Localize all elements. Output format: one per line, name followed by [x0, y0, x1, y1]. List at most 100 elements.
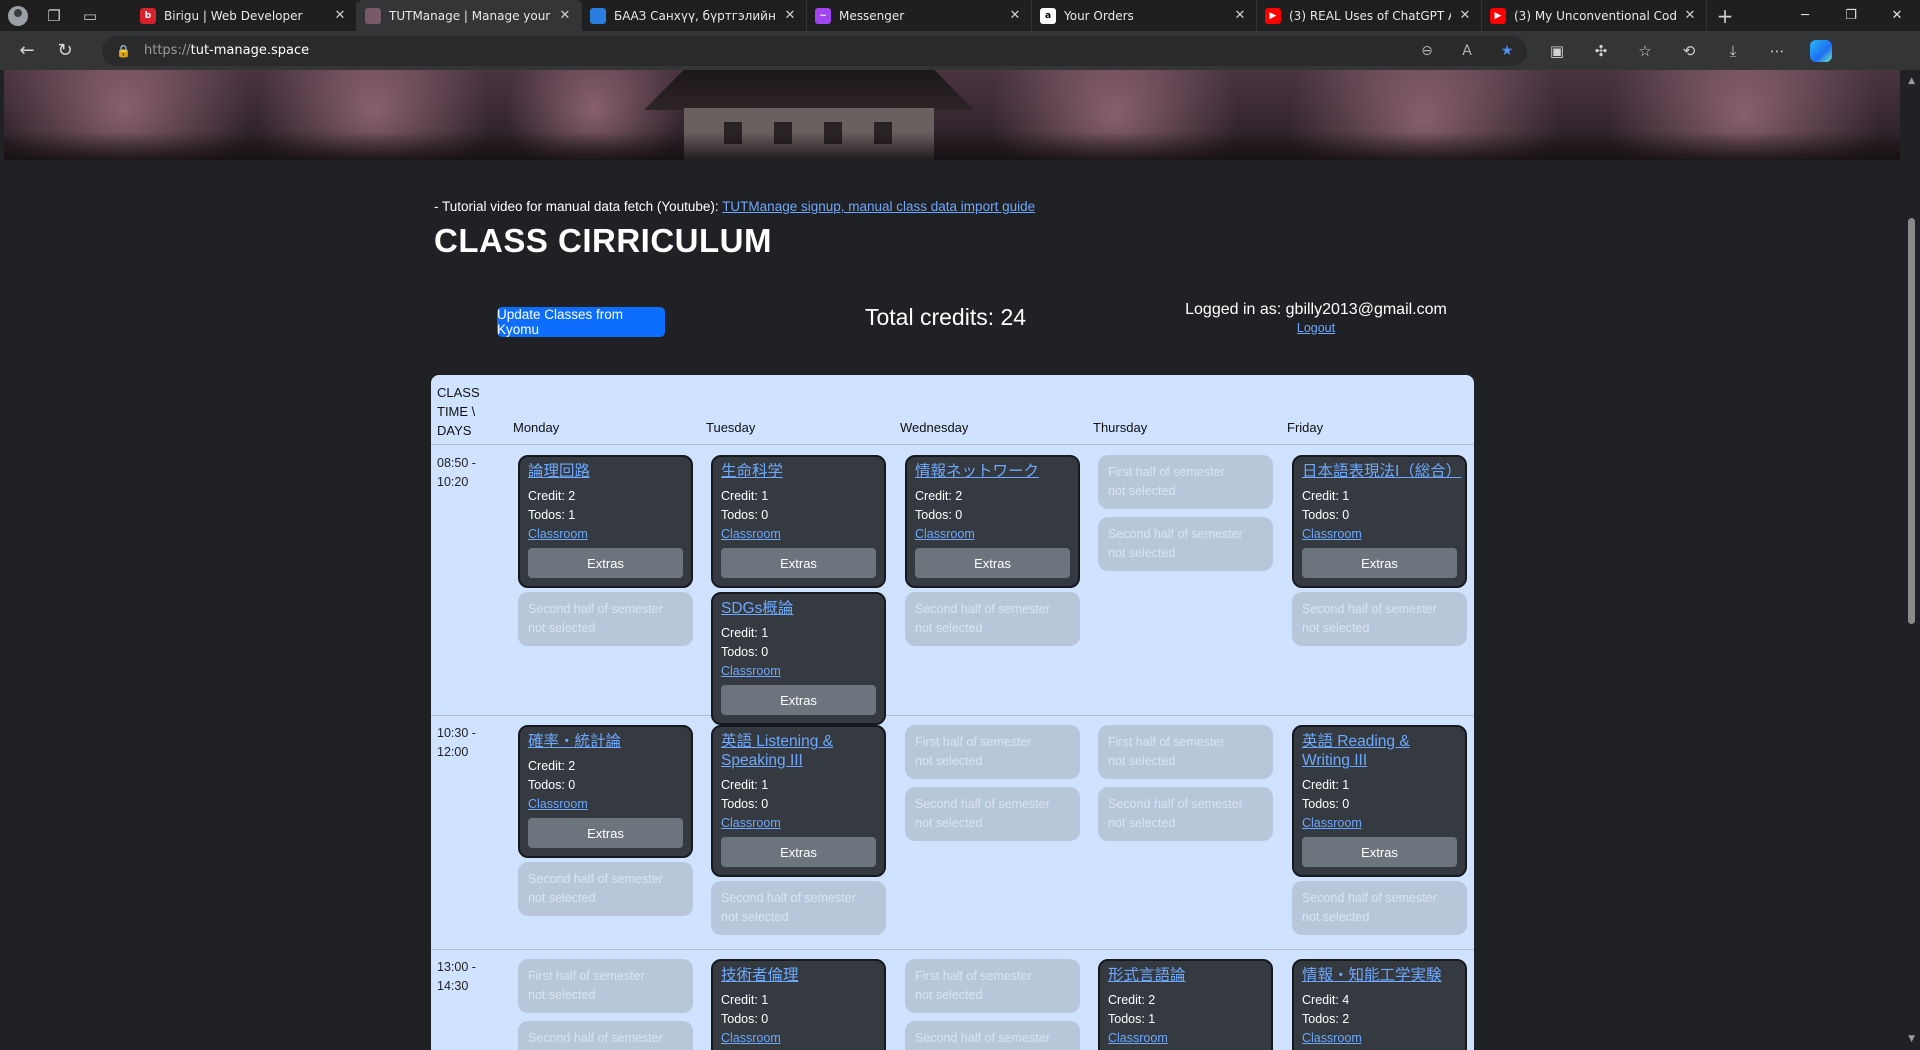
extension-icon[interactable]: ▣: [1535, 31, 1579, 70]
extensions-puzzle-icon[interactable]: ✣: [1579, 31, 1623, 70]
classroom-link[interactable]: Classroom: [721, 525, 876, 544]
empty-slot-second-half: Second half of semester not selected: [1098, 787, 1273, 841]
classroom-link[interactable]: Classroom: [721, 814, 876, 833]
classroom-link[interactable]: Classroom: [1302, 814, 1457, 833]
browser-tab[interactable]: ~ Messenger ✕: [807, 0, 1032, 31]
class-todos: Todos: 0: [721, 1012, 769, 1026]
time-start: 08:50 -: [437, 456, 476, 470]
class-name-link[interactable]: 確率・統計論: [528, 732, 683, 751]
row-divider: [431, 715, 1474, 716]
classroom-link[interactable]: Classroom: [915, 525, 1070, 544]
class-name-link[interactable]: 生命科学: [721, 462, 876, 481]
close-tab-icon[interactable]: ✕: [1682, 8, 1698, 23]
time-end: 12:00: [437, 745, 469, 759]
class-todos: Todos: 0: [1302, 797, 1350, 811]
scroll-up-icon[interactable]: ▲: [1908, 76, 1915, 86]
classroom-link[interactable]: Classroom: [528, 525, 683, 544]
extras-button[interactable]: Extras: [528, 818, 683, 848]
tab-actions-icon[interactable]: ▭: [72, 0, 108, 31]
tab-title: БААЗ Санхүү, бүртгэлийн онлайн: [614, 8, 776, 23]
amazon-icon: a: [1040, 7, 1056, 24]
day-header-thursday: Thursday: [1093, 420, 1148, 435]
more-menu-icon[interactable]: ⋯: [1755, 31, 1799, 70]
extras-button[interactable]: Extras: [721, 837, 876, 867]
empty-slot-text: First half of semester: [528, 969, 645, 983]
empty-slot-text: not selected: [528, 988, 596, 1002]
zoom-icon[interactable]: ⊖: [1407, 43, 1447, 59]
logout-link[interactable]: Logout: [1161, 321, 1471, 335]
empty-slot-first-half: First half of semester not selected: [905, 959, 1080, 1013]
close-window-icon[interactable]: ✕: [1874, 0, 1920, 31]
class-card: 英語 Listening & Speaking III Credit: 1 Todo…: [711, 725, 886, 877]
class-name-link[interactable]: 情報ネットワーク: [915, 462, 1070, 481]
refresh-icon[interactable]: ↻: [46, 31, 84, 70]
minimize-icon[interactable]: ─: [1782, 0, 1828, 31]
classroom-link[interactable]: Classroom: [1302, 1029, 1457, 1048]
scroll-down-icon[interactable]: ▼: [1908, 1034, 1915, 1044]
browser-tab[interactable]: TUTManage | Manage your TUT ✕: [357, 0, 582, 31]
extras-button[interactable]: Extras: [528, 548, 683, 578]
timetable: CLASS TIME \ DAYS Monday Tuesday Wednesd…: [431, 375, 1474, 1050]
extras-button[interactable]: Extras: [721, 548, 876, 578]
class-credit: Credit: 1: [1302, 778, 1350, 792]
class-name-link[interactable]: 論理回路: [528, 462, 683, 481]
tab-title: Your Orders: [1064, 8, 1134, 23]
class-name-link[interactable]: 英語 Listening & Speaking III: [721, 732, 876, 770]
tutorial-link[interactable]: TUTManage signup, manual class data impo…: [722, 199, 1035, 214]
empty-slot-text: Second half of semester: [1108, 527, 1243, 541]
new-tab-button[interactable]: +: [1707, 0, 1743, 31]
classroom-link[interactable]: Classroom: [1108, 1029, 1263, 1048]
close-tab-icon[interactable]: ✕: [1232, 8, 1248, 23]
browser-tab[interactable]: ▶ (3) My Unconventional Coding ✕: [1482, 0, 1707, 31]
class-credit: Credit: 1: [1302, 489, 1350, 503]
close-tab-icon[interactable]: ✕: [332, 8, 348, 23]
browser-tab[interactable]: ▶ (3) REAL Uses of ChatGPT As A ✕: [1257, 0, 1482, 31]
close-tab-icon[interactable]: ✕: [782, 8, 798, 23]
empty-slot-first-half: First half of semester not selected: [518, 959, 693, 1013]
extras-button[interactable]: Extras: [1302, 837, 1457, 867]
scrollbar-thumb[interactable]: [1908, 218, 1915, 624]
browser-tab[interactable]: b Birigu | Web Developer ✕: [132, 0, 357, 31]
workspaces-icon[interactable]: ❐: [36, 0, 72, 31]
tab-strip: b Birigu | Web Developer ✕ TUTManage | Mana…: [132, 0, 1707, 31]
class-name-link[interactable]: 情報・知能工学実験: [1302, 966, 1457, 985]
favorites-icon[interactable]: ☆: [1623, 31, 1667, 70]
close-tab-icon[interactable]: ✕: [1457, 8, 1473, 23]
back-icon[interactable]: ←: [8, 31, 46, 70]
class-name-link[interactable]: 形式言語論: [1108, 966, 1263, 985]
classroom-link[interactable]: Classroom: [1302, 525, 1457, 544]
restore-icon[interactable]: ❐: [1828, 0, 1874, 31]
empty-slot-text: Second half of semester: [915, 1031, 1050, 1045]
update-classes-button[interactable]: Update Classes from Kyomu: [497, 307, 665, 337]
empty-slot-text: First half of semester: [915, 969, 1032, 983]
favorite-star-icon[interactable]: ★: [1487, 43, 1527, 59]
period-time-2: 10:30 - 12:00: [437, 724, 476, 762]
history-icon[interactable]: ⟲: [1667, 31, 1711, 70]
extras-button[interactable]: Extras: [721, 685, 876, 715]
empty-slot-first-half: First half of semester not selected: [1098, 725, 1273, 779]
classroom-link[interactable]: Classroom: [721, 1029, 876, 1048]
class-todos: Todos: 1: [528, 508, 576, 522]
empty-slot-text: Second half of semester: [528, 872, 663, 886]
copilot-icon[interactable]: [1799, 31, 1843, 70]
close-tab-icon[interactable]: ✕: [557, 8, 573, 23]
browser-tab[interactable]: a Your Orders ✕: [1032, 0, 1257, 31]
extras-button[interactable]: Extras: [915, 548, 1070, 578]
class-name-link[interactable]: 日本語表現法I（総合）: [1302, 462, 1461, 481]
close-tab-icon[interactable]: ✕: [1007, 8, 1023, 23]
class-todos: Todos: 0: [721, 508, 769, 522]
url-field[interactable]: 🔒 https://tut-manage.space ⊖ A ★: [102, 35, 1527, 66]
class-credit: Credit: 4: [1302, 993, 1350, 1007]
class-name-link[interactable]: 技術者倫理: [721, 966, 876, 985]
page-scrollbar[interactable]: ▲ ▼: [1902, 70, 1920, 1050]
profile-icon[interactable]: [0, 0, 36, 31]
classroom-link[interactable]: Classroom: [721, 662, 876, 681]
browser-tab[interactable]: БААЗ Санхүү, бүртгэлийн онлайн ✕: [582, 0, 807, 31]
lock-icon[interactable]: 🔒: [116, 44, 136, 58]
class-name-link[interactable]: SDGs概論: [721, 599, 876, 618]
extras-button[interactable]: Extras: [1302, 548, 1457, 578]
read-aloud-icon[interactable]: A: [1447, 43, 1487, 59]
class-name-link[interactable]: 英語 Reading & Writing III: [1302, 732, 1457, 770]
downloads-icon[interactable]: ⤓: [1711, 31, 1755, 70]
classroom-link[interactable]: Classroom: [528, 795, 683, 814]
